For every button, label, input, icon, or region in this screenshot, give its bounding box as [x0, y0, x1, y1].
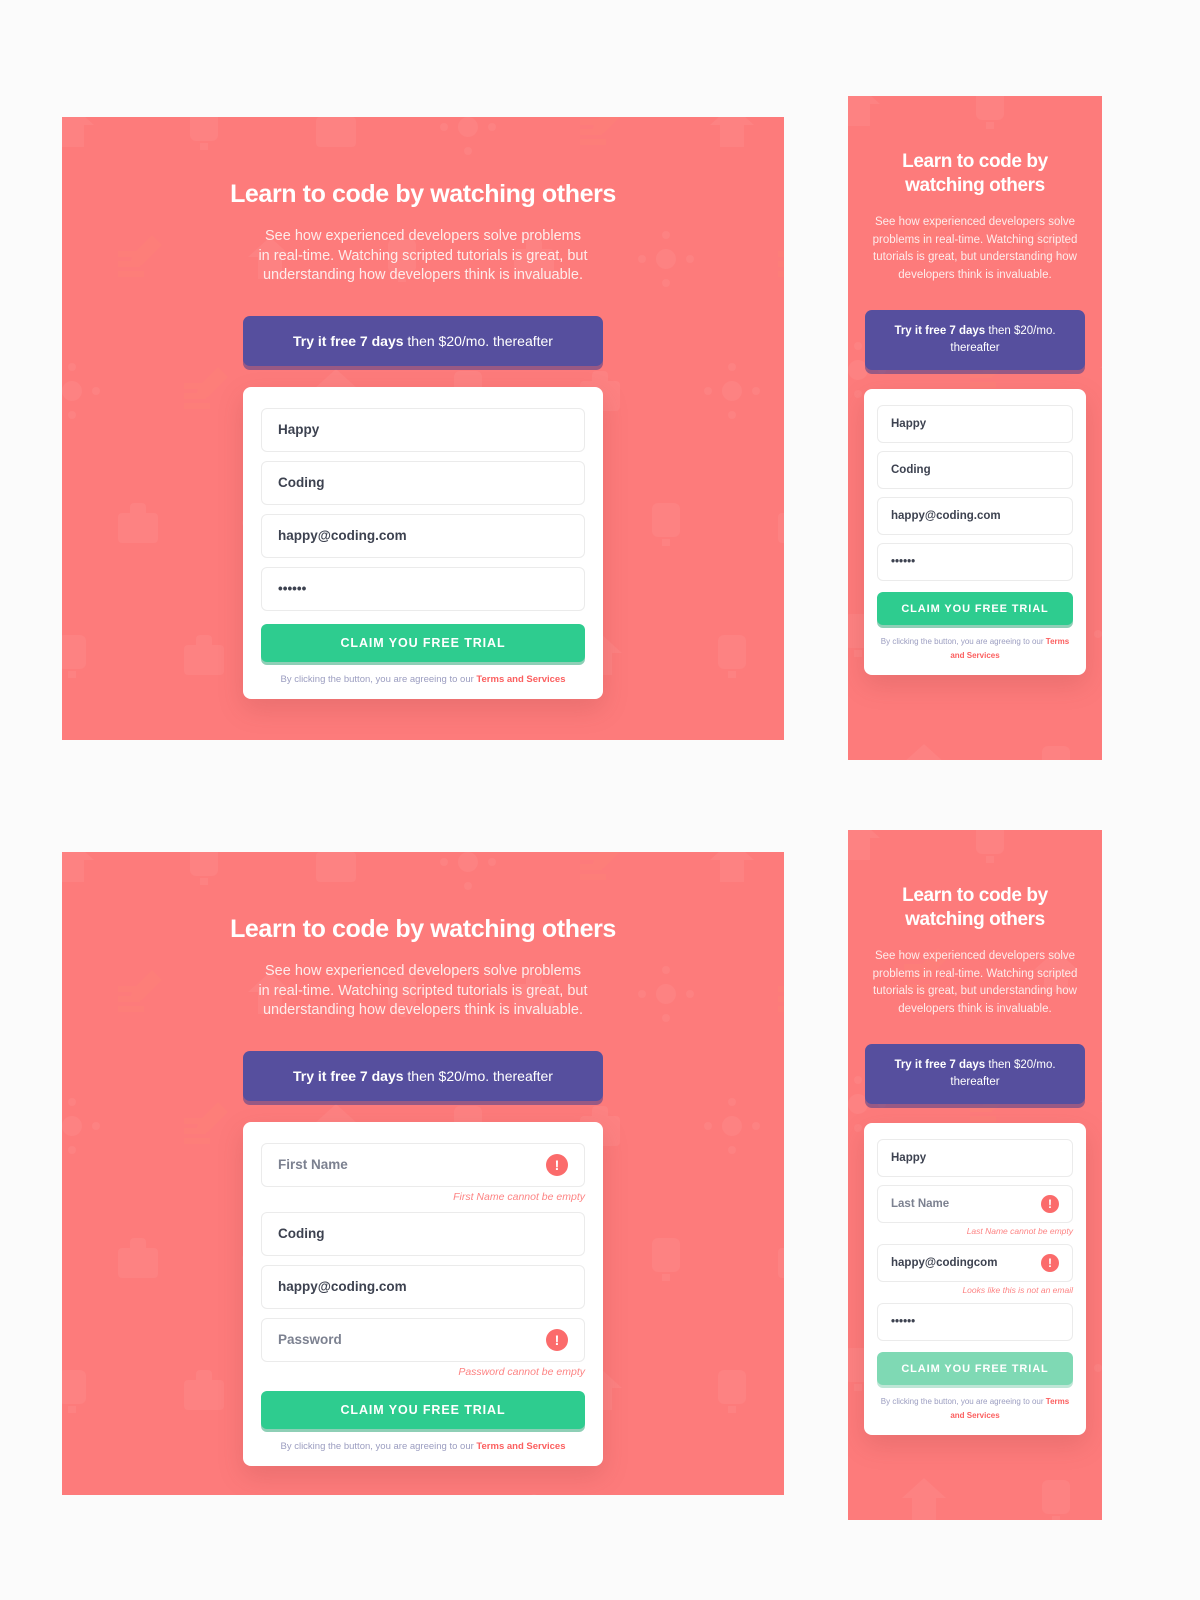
- field-group-email: happy@coding.com: [877, 497, 1073, 535]
- terms-notice-text: By clicking the button, you are agreeing…: [880, 637, 1046, 646]
- email-input[interactable]: happy@coding.com: [261, 1264, 585, 1309]
- terms-notice: By clicking the button, you are agreeing…: [261, 1441, 585, 1452]
- claim-free-trial-button[interactable]: CLAIM YOU FREE TRIAL: [261, 623, 585, 662]
- panel-desktop-filled: Learn to code by watching others See how…: [62, 117, 784, 740]
- first-name-input[interactable]: Happy: [261, 407, 585, 452]
- field-group-last-name: Last Name! Last Name cannot be empty: [877, 1185, 1073, 1236]
- claim-free-trial-button[interactable]: CLAIM YOU FREE TRIAL: [261, 1390, 585, 1429]
- first-name-input[interactable]: Happy: [877, 405, 1073, 443]
- first-name-input-value: Happy: [891, 1152, 927, 1164]
- trial-banner[interactable]: Try it free 7 days then $20/mo. thereaft…: [865, 1044, 1085, 1104]
- terms-notice-text: By clicking the button, you are agreeing…: [280, 1440, 477, 1452]
- field-group-email: happy@coding.com: [261, 1264, 585, 1309]
- last-name-input-value: Coding: [891, 464, 931, 476]
- hero-subtext: See how experienced developers solve pro…: [258, 228, 588, 283]
- trial-banner-rest: then $20/mo. thereafter: [403, 1067, 553, 1084]
- field-group-email: happy@coding.com: [261, 513, 585, 558]
- password-input[interactable]: ••••••: [877, 543, 1073, 581]
- last-name-input[interactable]: Coding: [261, 1211, 585, 1256]
- error-icon: !: [546, 1153, 568, 1176]
- terms-notice-text: By clicking the button, you are agreeing…: [880, 1397, 1046, 1406]
- last-name-input[interactable]: Coding: [877, 451, 1073, 489]
- panel-desktop-errors: Learn to code by watching others See how…: [62, 852, 784, 1495]
- email-input-value: happy@coding.com: [891, 510, 1001, 522]
- field-group-first-name: Happy: [261, 407, 585, 452]
- email-input-value: happy@coding.com: [278, 1279, 407, 1294]
- first-name-input[interactable]: Happy: [877, 1139, 1073, 1177]
- last-name-input-value: Coding: [278, 1226, 325, 1241]
- signup-form: First Name! First Name cannot be empty Cod…: [243, 1121, 603, 1466]
- trial-banner-bold: Try it free 7 days: [894, 325, 986, 337]
- password-input[interactable]: Password!: [261, 1317, 585, 1362]
- terms-notice: By clicking the button, you are agreeing…: [877, 635, 1073, 663]
- page-title: Learn to code by watching others: [902, 885, 1048, 930]
- password-input-value: ••••••: [278, 581, 307, 596]
- terms-notice-text: By clicking the button, you are agreeing…: [280, 673, 477, 685]
- terms-and-services-link[interactable]: Terms and Services: [476, 1441, 565, 1452]
- email-input[interactable]: happy@codingcom!: [877, 1244, 1073, 1282]
- first-name-input-value: Happy: [891, 418, 927, 430]
- field-group-first-name: Happy: [877, 1139, 1073, 1177]
- first-name-input-value: First Name: [278, 1157, 348, 1172]
- password-input[interactable]: ••••••: [877, 1303, 1073, 1341]
- field-group-first-name: First Name! First Name cannot be empty: [261, 1142, 585, 1203]
- signup-form: Happy Coding happy@coding.com •••••• CLAIM Y…: [864, 389, 1086, 675]
- last-name-input[interactable]: Coding: [261, 460, 585, 505]
- field-group-password: ••••••: [877, 543, 1073, 581]
- last-name-input-value: Last Name: [891, 1198, 950, 1210]
- error-icon: !: [546, 1328, 568, 1351]
- last-name-input[interactable]: Last Name!: [877, 1185, 1073, 1223]
- panel-mobile-errors: Learn to code by watching others See how…: [848, 830, 1102, 1520]
- error-icon: !: [1041, 1254, 1059, 1272]
- field-group-password: ••••••: [261, 566, 585, 611]
- trial-banner[interactable]: Try it free 7 days then $20/mo. thereaft…: [243, 315, 603, 366]
- email-input[interactable]: happy@coding.com: [261, 513, 585, 558]
- error-message-password: Password cannot be empty: [458, 1365, 585, 1378]
- email-input-value: happy@codingcom: [891, 1257, 998, 1269]
- password-input-value: Password: [278, 1332, 342, 1347]
- error-icon: !: [1041, 1195, 1059, 1213]
- panel-mobile-filled: Learn to code by watching others See how…: [848, 96, 1102, 760]
- field-group-email: happy@codingcom! Looks like this is not a…: [877, 1244, 1073, 1295]
- error-message-first-name: First Name cannot be empty: [453, 1190, 585, 1203]
- error-message-email: Looks like this is not an email: [962, 1285, 1073, 1295]
- last-name-input-value: Coding: [278, 475, 325, 490]
- hero-subtext: See how experienced developers solve pro…: [258, 963, 588, 1018]
- email-input-value: happy@coding.com: [278, 528, 407, 543]
- email-input[interactable]: happy@coding.com: [877, 497, 1073, 535]
- field-group-last-name: Coding: [261, 1211, 585, 1256]
- signup-form: Happy Coding happy@coding.com •••••• CLAIM Y…: [243, 386, 603, 699]
- terms-and-services-link[interactable]: Terms and Services: [476, 674, 565, 685]
- field-group-last-name: Coding: [261, 460, 585, 505]
- hero-subtext: See how experienced developers solve pro…: [872, 950, 1078, 1015]
- page-title: Learn to code by watching others: [230, 180, 616, 208]
- trial-banner-rest: then $20/mo. thereafter: [403, 332, 553, 349]
- first-name-input-value: Happy: [278, 422, 320, 437]
- trial-banner-bold: Try it free 7 days: [293, 1067, 404, 1084]
- trial-banner[interactable]: Try it free 7 days then $20/mo. thereaft…: [243, 1050, 603, 1101]
- trial-banner-bold: Try it free 7 days: [894, 1059, 986, 1071]
- claim-free-trial-button[interactable]: CLAIM YOU FREE TRIAL: [877, 592, 1073, 625]
- screenshot-stage: Learn to code by watching others See how…: [0, 0, 1200, 1600]
- field-group-password: ••••••: [877, 1303, 1073, 1341]
- terms-notice: By clicking the button, you are agreeing…: [261, 674, 585, 685]
- page-title: Learn to code by watching others: [230, 915, 616, 943]
- password-input-value: ••••••: [891, 556, 916, 568]
- terms-notice: By clicking the button, you are agreeing…: [877, 1395, 1073, 1423]
- field-group-password: Password! Password cannot be empty: [261, 1317, 585, 1378]
- page-title: Learn to code by watching others: [902, 151, 1048, 196]
- field-group-last-name: Coding: [877, 451, 1073, 489]
- signup-form: Happy Last Name! Last Name cannot be empty…: [864, 1123, 1086, 1435]
- first-name-input[interactable]: First Name!: [261, 1142, 585, 1187]
- password-input-value: ••••••: [891, 1316, 916, 1328]
- hero-subtext: See how experienced developers solve pro…: [872, 216, 1078, 281]
- error-message-last-name: Last Name cannot be empty: [966, 1226, 1073, 1236]
- trial-banner-bold: Try it free 7 days: [293, 332, 404, 349]
- trial-banner[interactable]: Try it free 7 days then $20/mo. thereaft…: [865, 310, 1085, 370]
- password-input[interactable]: ••••••: [261, 566, 585, 611]
- field-group-first-name: Happy: [877, 405, 1073, 443]
- claim-free-trial-button[interactable]: CLAIM YOU FREE TRIAL: [877, 1352, 1073, 1385]
